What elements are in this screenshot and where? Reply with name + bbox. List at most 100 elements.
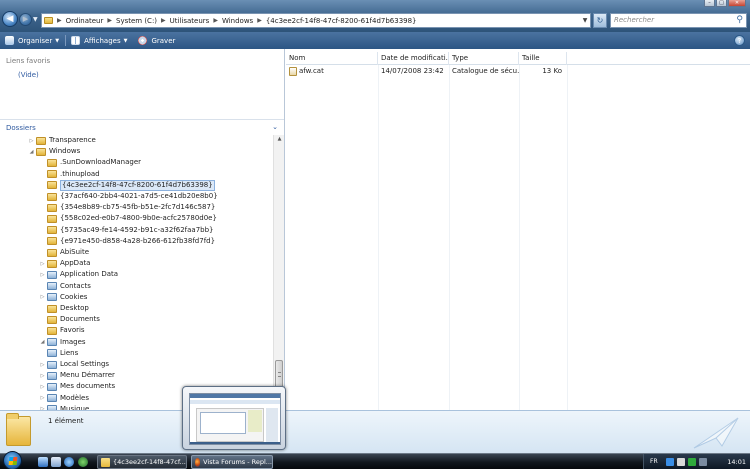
search-icon[interactable]: ⚲ <box>736 15 743 26</box>
special-folder-icon <box>47 371 57 380</box>
expand-arrow-icon[interactable]: ▷ <box>28 138 35 144</box>
window-controls: – □ ✕ <box>704 0 746 7</box>
toolbar-divider <box>65 35 67 46</box>
scroll-thumb[interactable] <box>275 360 283 388</box>
tree-scrollbar[interactable]: ▲ <box>273 135 284 410</box>
scroll-up-icon[interactable]: ▲ <box>274 135 284 144</box>
breadcrumb-separator-icon[interactable]: ▶ <box>161 17 166 24</box>
burn-label: Graver <box>151 36 176 45</box>
expand-arrow-icon[interactable]: ▷ <box>39 384 46 390</box>
minimize-button[interactable]: – <box>704 0 715 7</box>
command-bar: Organiser ▼ Affichages ▼ Graver ? <box>0 32 750 49</box>
organize-button[interactable]: Organiser ▼ <box>5 36 59 45</box>
views-button[interactable]: Affichages ▼ <box>71 36 127 45</box>
tree-item[interactable]: {558c02ed-e0b7-4800-9b0e-acfc25780d0e} <box>39 213 217 224</box>
tree-item[interactable]: {37acf640-2bb4-4021-a7d5-ce41db20e8b0} <box>39 191 218 202</box>
tree-item-label: Desktop <box>60 304 89 312</box>
tree-item[interactable]: {354e8b89-cb75-45fb-b51e-2fc7d146c587} <box>39 202 215 213</box>
folder-icon <box>47 203 57 212</box>
tray-app-icon[interactable] <box>699 458 707 466</box>
security-icon[interactable] <box>688 458 696 466</box>
breadcrumb-separator-icon[interactable]: ▶ <box>57 17 62 24</box>
tree-item[interactable]: ▷ Application Data <box>39 269 118 280</box>
special-folder-icon <box>47 382 57 391</box>
taskbar-button-explorer[interactable]: {4c3ee2cf-14f8-47cf... <box>97 455 187 469</box>
tree-item[interactable]: ▷ Transparence <box>28 135 96 146</box>
file-name-cell[interactable]: afw.cat <box>286 65 378 77</box>
internet-explorer-icon[interactable] <box>64 457 74 467</box>
column-header-date[interactable]: Date de modificati... <box>378 52 449 65</box>
tree-item[interactable]: ▷ Mes documents <box>39 381 115 392</box>
tree-item[interactable]: .SunDownloadManager <box>39 157 141 168</box>
taskbar-thumbnail-preview[interactable] <box>182 386 286 450</box>
tree-item[interactable]: Liens <box>39 348 78 359</box>
clock[interactable]: 14:01 <box>727 458 746 466</box>
breadcrumb-separator-icon[interactable]: ▶ <box>257 17 262 24</box>
tree-item[interactable]: Contacts <box>39 281 91 292</box>
burn-button[interactable]: Graver <box>138 36 175 45</box>
special-folder-icon <box>47 293 57 302</box>
maximize-button[interactable]: □ <box>716 0 727 7</box>
tree-item[interactable]: Desktop <box>39 303 89 314</box>
tree-item[interactable]: {e971e450-d858-4a28-b266-612fb38fd7fd} <box>39 236 215 247</box>
expand-arrow-icon[interactable]: ▷ <box>39 294 46 300</box>
folder-icon <box>36 136 46 145</box>
tree-item-label: AbiSuite <box>60 248 90 256</box>
special-folder-icon <box>47 349 57 358</box>
start-button[interactable] <box>3 451 22 469</box>
address-field[interactable]: ▶ Ordinateur ▶ System (C:) ▶ Utilisateur… <box>41 13 591 28</box>
column-header-size[interactable]: Taille <box>519 52 567 65</box>
breadcrumb-windows[interactable]: Windows <box>222 17 253 25</box>
breadcrumb-drive[interactable]: System (C:) <box>116 17 157 25</box>
volume-icon[interactable] <box>677 458 685 466</box>
tree-item[interactable]: AbiSuite <box>39 247 89 258</box>
tree-item[interactable]: ▷ Modèles <box>39 393 89 404</box>
address-dropdown-icon[interactable]: ▼ <box>580 14 590 27</box>
breadcrumb-users[interactable]: Utilisateurs <box>170 17 210 25</box>
close-button[interactable]: ✕ <box>728 0 746 7</box>
media-player-icon[interactable] <box>78 457 88 467</box>
expand-arrow-icon[interactable]: ▷ <box>39 261 46 267</box>
network-icon[interactable] <box>666 458 674 466</box>
column-header-name[interactable]: Nom <box>286 52 378 65</box>
expand-arrow-icon[interactable]: ▷ <box>39 362 46 368</box>
tree-item[interactable]: ▷ Local Settings <box>39 359 109 370</box>
recent-pages-dropdown-icon[interactable]: ▼ <box>33 16 38 23</box>
language-indicator[interactable]: FR <box>650 458 658 465</box>
breadcrumb-current-folder[interactable]: {4c3ee2cf-14f8-47cf-8200-61f4d7b63398} <box>266 17 417 25</box>
tree-item[interactable]: ▷ Cookies <box>39 292 87 303</box>
column-header-type[interactable]: Type <box>449 52 519 65</box>
breadcrumb-separator-icon[interactable]: ▶ <box>213 17 218 24</box>
show-desktop-icon[interactable] <box>38 457 48 467</box>
window-switcher-icon[interactable] <box>51 457 61 467</box>
column-divider <box>519 65 520 410</box>
expand-arrow-icon[interactable]: ▷ <box>39 373 46 379</box>
expand-arrow-icon[interactable]: ▷ <box>39 395 46 401</box>
search-input[interactable]: Rechercher ⚲ <box>610 13 747 28</box>
chevron-down-icon[interactable]: ⌄ <box>272 123 278 131</box>
chevron-down-icon: ▼ <box>55 37 60 44</box>
expand-arrow-icon[interactable]: ▷ <box>39 272 46 278</box>
breadcrumb-separator-icon[interactable]: ▶ <box>107 17 112 24</box>
file-row[interactable]: afw.cat 14/07/2008 23:42 Catalogue de sé… <box>286 65 750 77</box>
tree-item[interactable]: Documents <box>39 314 100 325</box>
tree-item[interactable]: .thinupload <box>39 169 100 180</box>
breadcrumb-computer[interactable]: Ordinateur <box>66 17 104 25</box>
help-button[interactable]: ? <box>734 35 745 46</box>
forward-button[interactable]: ▶ <box>19 13 32 26</box>
collapse-arrow-icon[interactable]: ◢ <box>28 149 35 155</box>
taskbar-button-firefox[interactable]: Vista Forums - Repl... <box>191 455 273 469</box>
refresh-button[interactable]: ↻ <box>593 13 607 28</box>
tree-item[interactable]: Favoris <box>39 325 85 336</box>
tree-item-label: {37acf640-2bb4-4021-a7d5-ce41db20e8b0} <box>60 192 218 200</box>
folders-header[interactable]: Dossiers ⌄ <box>0 119 284 133</box>
tree-item[interactable]: ◢ Windows <box>28 146 80 157</box>
back-button[interactable]: ◀ <box>2 11 18 27</box>
tree-item[interactable]: {4c3ee2cf-14f8-47cf-8200-61f4d7b63398} <box>39 179 215 191</box>
tree-item[interactable]: {5735ac49-fe14-4592-b91c-a32f62faa7bb} <box>39 225 214 236</box>
collapse-arrow-icon[interactable]: ◢ <box>39 339 46 345</box>
tree-item[interactable]: ▷ AppData <box>39 258 90 269</box>
tree-item[interactable]: ▷ Menu Démarrer <box>39 370 115 381</box>
firefox-icon <box>195 457 201 467</box>
tree-item[interactable]: ◢ Images <box>39 337 86 348</box>
